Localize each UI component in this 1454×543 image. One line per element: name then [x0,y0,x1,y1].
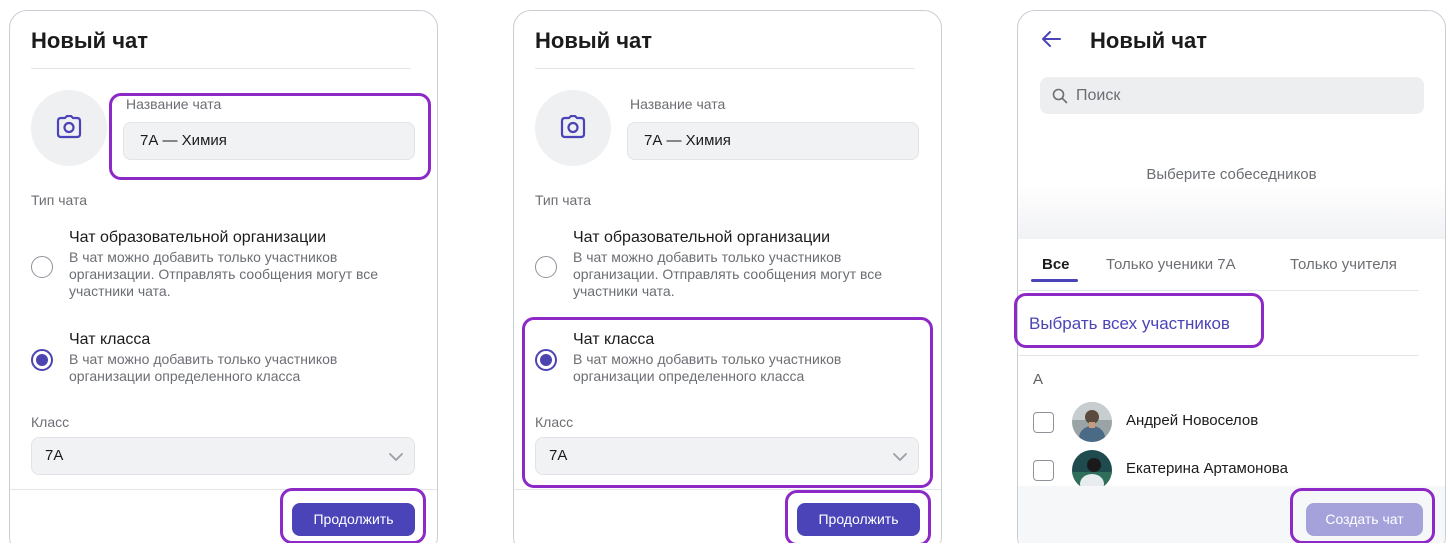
participant-checkbox[interactable] [1033,412,1054,433]
participant-checkbox[interactable] [1033,460,1054,481]
tab-teachers[interactable]: Только учителя [1290,256,1397,273]
chat-name-input[interactable]: 7А — Химия [627,122,919,160]
chat-type-label: Тип чата [31,192,88,208]
class-label: Класс [535,414,574,430]
chat-type-label: Тип чата [535,192,592,208]
continue-button[interactable]: Продолжить [797,503,920,536]
tab-students[interactable]: Только ученики 7А [1106,256,1236,273]
radio-org-chat[interactable] [31,256,53,278]
avatar [1072,402,1112,442]
class-select[interactable]: 7А [535,437,919,475]
chat-name-label: Название чата [630,96,726,112]
radio-org-chat[interactable] [535,256,557,278]
search-input[interactable]: Поиск [1040,77,1424,114]
participant-name: Екатерина Артамонова [1126,460,1288,477]
tab-all[interactable]: Все [1042,256,1070,273]
chevron-down-icon [893,453,907,461]
page-title: Новый чат [1090,28,1208,53]
radio-class-chat[interactable] [535,349,557,371]
footer-divider [514,489,941,490]
letter-header: А [1033,371,1044,388]
option-org-desc: В чат можно добавить только участников о… [573,249,883,299]
footer-divider [10,489,437,490]
class-select-value: 7А [549,447,568,464]
option-org-title: Чат образовательной организации [573,229,831,246]
new-chat-panel-step1: Новый чат Название чата 7А — Химия Тип ч… [9,10,438,543]
option-org-desc: В чат можно добавить только участников о… [69,249,379,299]
camera-icon [56,115,82,139]
option-class-title: Чат класса [69,331,151,348]
class-label: Класс [31,414,70,430]
divider [535,68,915,69]
page-title: Новый чат [31,28,149,53]
option-class-desc: В чат можно добавить только участников о… [573,351,842,384]
search-icon [1052,88,1068,104]
page-title: Новый чат [535,28,653,53]
empty-hint: Выберите собеседников [1146,166,1317,183]
chat-photo-button[interactable] [535,90,611,166]
back-arrow-icon[interactable] [1040,28,1062,50]
radio-class-chat[interactable] [31,349,53,371]
chat-name-input[interactable]: 7А — Химия [123,122,415,160]
create-chat-button[interactable]: Создать чат [1306,503,1423,536]
participant-name: Андрей Новоселов [1126,412,1259,429]
chat-photo-button[interactable] [31,90,107,166]
continue-button[interactable]: Продолжить [292,503,415,536]
camera-icon [560,115,586,139]
tabs-divider [1018,290,1419,291]
option-class-desc: В чат можно добавить только участников о… [69,351,338,384]
select-all-link[interactable]: Выбрать всех участников [1029,314,1230,334]
search-placeholder: Поиск [1076,87,1121,104]
tab-active-indicator [1031,279,1078,282]
option-class-title: Чат класса [573,331,655,348]
class-select[interactable]: 7А [31,437,415,475]
new-chat-panel-step2: Новый чат Название чата 7А — Химия Тип ч… [513,10,942,543]
new-chat-panel-step3: Новый чат Поиск Выберите собеседников Вс… [1017,10,1446,543]
option-org-title: Чат образовательной организации [69,229,327,246]
avatar [1072,450,1112,490]
divider [1018,355,1419,356]
class-select-value: 7А [45,447,64,464]
divider [31,68,411,69]
chat-name-label: Название чата [126,96,222,112]
chevron-down-icon [389,453,403,461]
